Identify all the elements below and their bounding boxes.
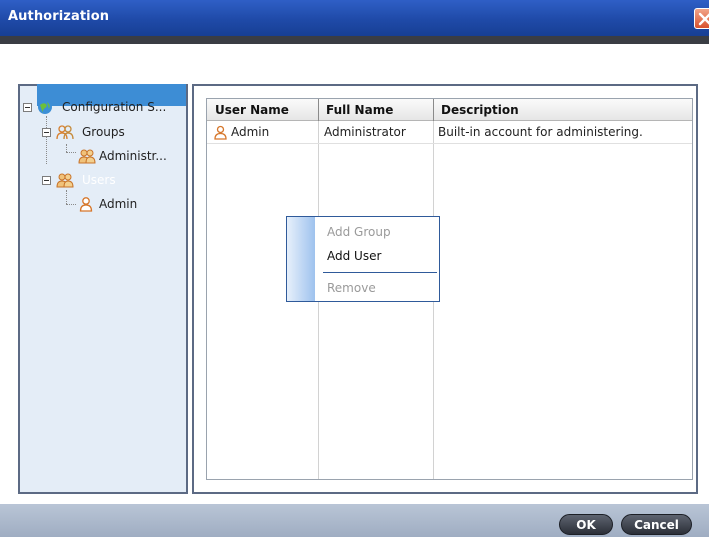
menu-item-add-user[interactable]: Add User (327, 249, 381, 263)
users-table: User Name Full Name Description Admin Ad… (206, 98, 693, 480)
header-band (0, 36, 709, 44)
header-divider (433, 99, 434, 121)
globe-icon (37, 99, 53, 121)
tree-item-group-child-label: Administr... (99, 149, 167, 163)
menu-separator (323, 272, 437, 273)
tree-item-users-label: Users (82, 173, 116, 187)
user-icon (214, 125, 227, 143)
user-icon (79, 196, 93, 218)
collapse-toggle-icon[interactable] (23, 103, 32, 112)
toolbar-area (0, 44, 709, 84)
tree-line (66, 152, 76, 153)
ok-button[interactable]: OK (559, 514, 613, 535)
context-menu-strip (287, 217, 315, 301)
cell-full-name: Administrator (324, 125, 406, 139)
tree-line (66, 204, 76, 205)
title-bar: Authorization (0, 0, 709, 36)
tree-item-root-label: Configuration S... (62, 100, 167, 114)
tree-item-user-child-label: Admin (99, 197, 138, 211)
window-title: Authorization (8, 9, 110, 24)
tree-item-groups-label: Groups (82, 125, 125, 139)
close-button[interactable] (694, 8, 709, 29)
cell-description: Built-in account for administering. (438, 125, 643, 139)
tree-line (46, 116, 47, 164)
users-icon (56, 172, 74, 194)
cell-user-name: Admin (231, 125, 270, 139)
users-table-panel: User Name Full Name Description Admin Ad… (192, 84, 698, 494)
context-menu: Add Group Add User Remove (286, 216, 440, 302)
collapse-toggle-icon[interactable] (42, 176, 51, 185)
dialog-footer: OK Cancel (0, 504, 709, 537)
column-header-user-name[interactable]: User Name (207, 99, 318, 121)
group-icon (56, 124, 74, 146)
group-icon (78, 148, 96, 170)
header-divider (318, 99, 319, 121)
cancel-button[interactable]: Cancel (621, 514, 692, 535)
collapse-toggle-icon[interactable] (42, 128, 51, 137)
menu-item-remove[interactable]: Remove (327, 281, 376, 295)
column-header-description[interactable]: Description (433, 99, 692, 121)
menu-item-add-group[interactable]: Add Group (327, 225, 391, 239)
close-icon (698, 12, 709, 26)
row-divider (207, 143, 692, 144)
column-header-full-name[interactable]: Full Name (318, 99, 433, 121)
